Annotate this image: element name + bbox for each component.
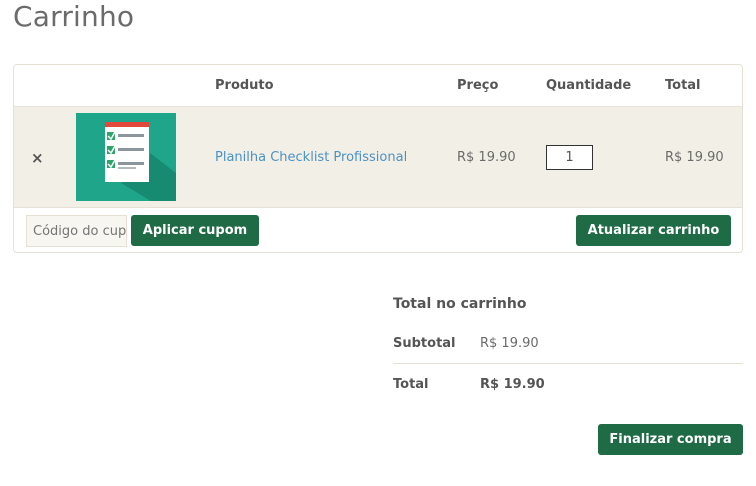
- header-quantity: Quantidade: [546, 78, 632, 93]
- item-price: R$ 19.90: [457, 150, 516, 165]
- header-product: Produto: [215, 78, 274, 93]
- header-price: Preço: [457, 78, 499, 93]
- totals-divider: [393, 363, 743, 364]
- item-total: R$ 19.90: [665, 150, 724, 165]
- page-title: Carrinho: [13, 0, 135, 33]
- cart-table: Produto Preço Quantidade Total × Planilh…: [13, 64, 743, 253]
- subtotal-value: R$ 19.90: [480, 336, 539, 351]
- cart-actions: Aplicar cupom Atualizar carrinho: [14, 208, 742, 252]
- quantity-input[interactable]: [546, 145, 593, 170]
- subtotal-label: Subtotal: [393, 336, 456, 351]
- coupon-code-input[interactable]: [26, 215, 127, 247]
- cart-totals-title: Total no carrinho: [393, 296, 527, 312]
- product-name-link[interactable]: Planilha Checklist Profissional: [215, 150, 407, 165]
- total-label: Total: [393, 377, 429, 392]
- table-row: × Planilha Checklist Profissional R$ 19.…: [14, 107, 742, 208]
- total-value: R$ 19.90: [480, 377, 545, 392]
- cart-table-header: Produto Preço Quantidade Total: [14, 65, 742, 107]
- checklist-icon: [105, 122, 176, 201]
- remove-item-button[interactable]: ×: [31, 149, 44, 167]
- checkout-button[interactable]: Finalizar compra: [598, 424, 743, 455]
- product-thumbnail[interactable]: [76, 113, 176, 201]
- apply-coupon-button[interactable]: Aplicar cupom: [131, 215, 259, 246]
- header-total: Total: [665, 78, 701, 93]
- update-cart-button[interactable]: Atualizar carrinho: [576, 215, 731, 246]
